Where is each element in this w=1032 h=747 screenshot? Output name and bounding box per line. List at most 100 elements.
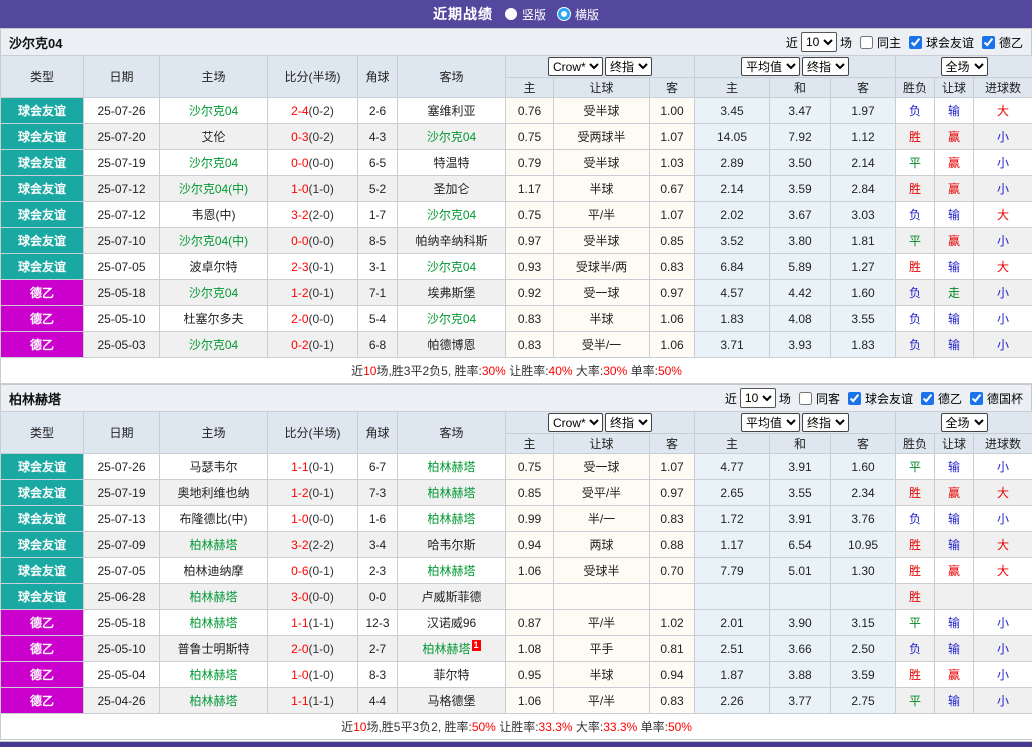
cell-league-badge: 德乙: [1, 280, 84, 306]
cell-league-badge: 球会友谊: [1, 532, 84, 558]
cell-avg-away-odds: 1.60: [831, 454, 896, 480]
cell-avg-draw-odds: 3.91: [770, 454, 831, 480]
league-checkbox-label: 球会友谊: [865, 390, 913, 407]
same-venue-checkbox[interactable]: [799, 392, 812, 405]
cell-league-badge: 球会友谊: [1, 254, 84, 280]
score-fulltime: 1-1: [291, 694, 308, 708]
cell-avg-home-odds: 6.84: [695, 254, 770, 280]
cell-handicap-away-odds: 1.06: [650, 332, 695, 358]
cell-handicap-away-odds: 0.97: [650, 480, 695, 506]
score-fulltime: 1-1: [291, 460, 308, 474]
match-row: 球会友谊25-07-26沙尔克042-4(0-2)2-6塞维利亚0.76受半球1…: [1, 98, 1032, 124]
score-halftime: (0-1): [309, 460, 334, 474]
cell-home-team: 柏林赫塔: [160, 584, 268, 610]
summary-segment: 场,胜3平2负5, 胜率:: [376, 364, 481, 378]
league-checkbox[interactable]: [921, 392, 934, 405]
match-row: 球会友谊25-07-13布隆德比(中)1-0(0-0)1-6柏林赫塔0.99半/…: [1, 506, 1032, 532]
summary-segment: 30%: [482, 364, 506, 378]
score-halftime: (1-1): [309, 616, 334, 630]
cell-result-wdl: 平: [896, 150, 935, 176]
cell-league-badge: 德乙: [1, 306, 84, 332]
col-header-corner: 角球: [358, 412, 398, 454]
cell-handicap-home-odds: 0.99: [506, 506, 554, 532]
cell-result-goals: 小: [974, 150, 1032, 176]
cell-avg-home-odds: 2.14: [695, 176, 770, 202]
bookmaker-select[interactable]: Crow*: [548, 413, 603, 432]
radio-horizontal[interactable]: 横版: [558, 6, 599, 23]
cell-result-wdl: 胜: [896, 584, 935, 610]
cell-avg-away-odds: 1.30: [831, 558, 896, 584]
away-team-name: 沙尔克04: [427, 312, 476, 326]
cell-corner: 7-1: [358, 280, 398, 306]
cell-date: 25-07-12: [84, 202, 160, 228]
average-select[interactable]: 平均值: [741, 57, 800, 76]
cell-result-wdl: 胜: [896, 558, 935, 584]
cell-avg-home-odds: 4.57: [695, 280, 770, 306]
match-row: 球会友谊25-07-26马瑟韦尔1-1(0-1)6-7柏林赫塔0.75受一球1.…: [1, 454, 1032, 480]
cell-handicap-line: 受球半/两: [554, 254, 650, 280]
cell-handicap-away-odds: 0.83: [650, 506, 695, 532]
cell-avg-draw-odds: 4.08: [770, 306, 831, 332]
cell-league-badge: 球会友谊: [1, 558, 84, 584]
results-table: 类型日期主场比分(半场)角球客场Crow*终指平均值终指全场主让球客主和客胜负让…: [0, 55, 1032, 384]
team-section-title: 柏林赫塔: [9, 389, 61, 408]
league-checkbox[interactable]: [848, 392, 861, 405]
match-count-select[interactable]: 10: [740, 388, 776, 408]
match-count-select[interactable]: 10: [801, 32, 837, 52]
cell-handicap-home-odds: 0.93: [506, 254, 554, 280]
cell-avg-draw-odds: 3.67: [770, 202, 831, 228]
cell-home-team: 沙尔克04: [160, 150, 268, 176]
crow-odds-group-header: Crow*终指: [506, 56, 695, 78]
radio-vertical[interactable]: 竖版: [505, 6, 546, 23]
score-halftime: (1-0): [309, 642, 334, 656]
average-select[interactable]: 平均值: [741, 413, 800, 432]
cell-league-badge: 球会友谊: [1, 202, 84, 228]
away-team-name: 菲尔特: [433, 668, 469, 682]
match-row: 球会友谊25-07-19沙尔克040-0(0-0)6-5特温特0.79受半球1.…: [1, 150, 1032, 176]
crow-final-index-select[interactable]: 终指: [605, 413, 652, 432]
cell-result-wdl: 平: [896, 688, 935, 714]
cell-result-handicap: 输: [935, 332, 974, 358]
cell-avg-away-odds: 1.60: [831, 280, 896, 306]
same-venue-checkbox[interactable]: [860, 36, 873, 49]
cell-corner: 5-4: [358, 306, 398, 332]
cell-handicap-line: 半球: [554, 662, 650, 688]
league-checkbox[interactable]: [982, 36, 995, 49]
avg-final-index-select[interactable]: 终指: [802, 57, 849, 76]
same-venue-label: 同主: [877, 34, 901, 51]
avg-subcol-header: 和: [770, 78, 831, 98]
away-team-name: 卢威斯菲德: [421, 590, 481, 604]
bookmaker-select[interactable]: Crow*: [548, 57, 603, 76]
summary-segment: 33.3%: [603, 720, 637, 734]
cell-corner: 6-7: [358, 454, 398, 480]
summary-segment: 大率:: [573, 364, 604, 378]
cell-away-team: 柏林赫塔: [398, 506, 506, 532]
cell-handicap-away-odds: 1.07: [650, 202, 695, 228]
col-header-score: 比分(半场): [268, 412, 358, 454]
cell-result-handicap: 赢: [935, 124, 974, 150]
match-row: 德乙25-05-04柏林赫塔1-0(1-0)8-3菲尔特0.95半球0.941.…: [1, 662, 1032, 688]
avg-final-index-select[interactable]: 终指: [802, 413, 849, 432]
cell-corner: 3-4: [358, 532, 398, 558]
cell-avg-draw-odds: 3.91: [770, 506, 831, 532]
scope-select[interactable]: 全场: [941, 57, 988, 76]
cell-handicap-away-odds: 0.85: [650, 228, 695, 254]
summary-segment: 单率:: [627, 364, 658, 378]
cell-result-wdl: 负: [896, 202, 935, 228]
crow-final-index-select[interactable]: 终指: [605, 57, 652, 76]
cell-handicap-home-odds: 1.17: [506, 176, 554, 202]
summary-segment: 近: [341, 720, 353, 734]
score-fulltime: 2-0: [291, 312, 308, 326]
scope-select[interactable]: 全场: [941, 413, 988, 432]
league-checkbox[interactable]: [909, 36, 922, 49]
cell-away-team: 特温特: [398, 150, 506, 176]
summary-segment: 大率:: [573, 720, 604, 734]
away-team-name: 哈韦尔斯: [427, 538, 475, 552]
league-checkbox[interactable]: [970, 392, 983, 405]
cell-score: 2-3(0-1): [268, 254, 358, 280]
col-header-score: 比分(半场): [268, 56, 358, 98]
cell-handicap-away-odds: 0.83: [650, 254, 695, 280]
score-halftime: (0-0): [309, 156, 334, 170]
match-row: 球会友谊25-07-05柏林迪纳摩0-6(0-1)2-3柏林赫塔1.06受球半0…: [1, 558, 1032, 584]
cell-avg-home-odds: 4.77: [695, 454, 770, 480]
